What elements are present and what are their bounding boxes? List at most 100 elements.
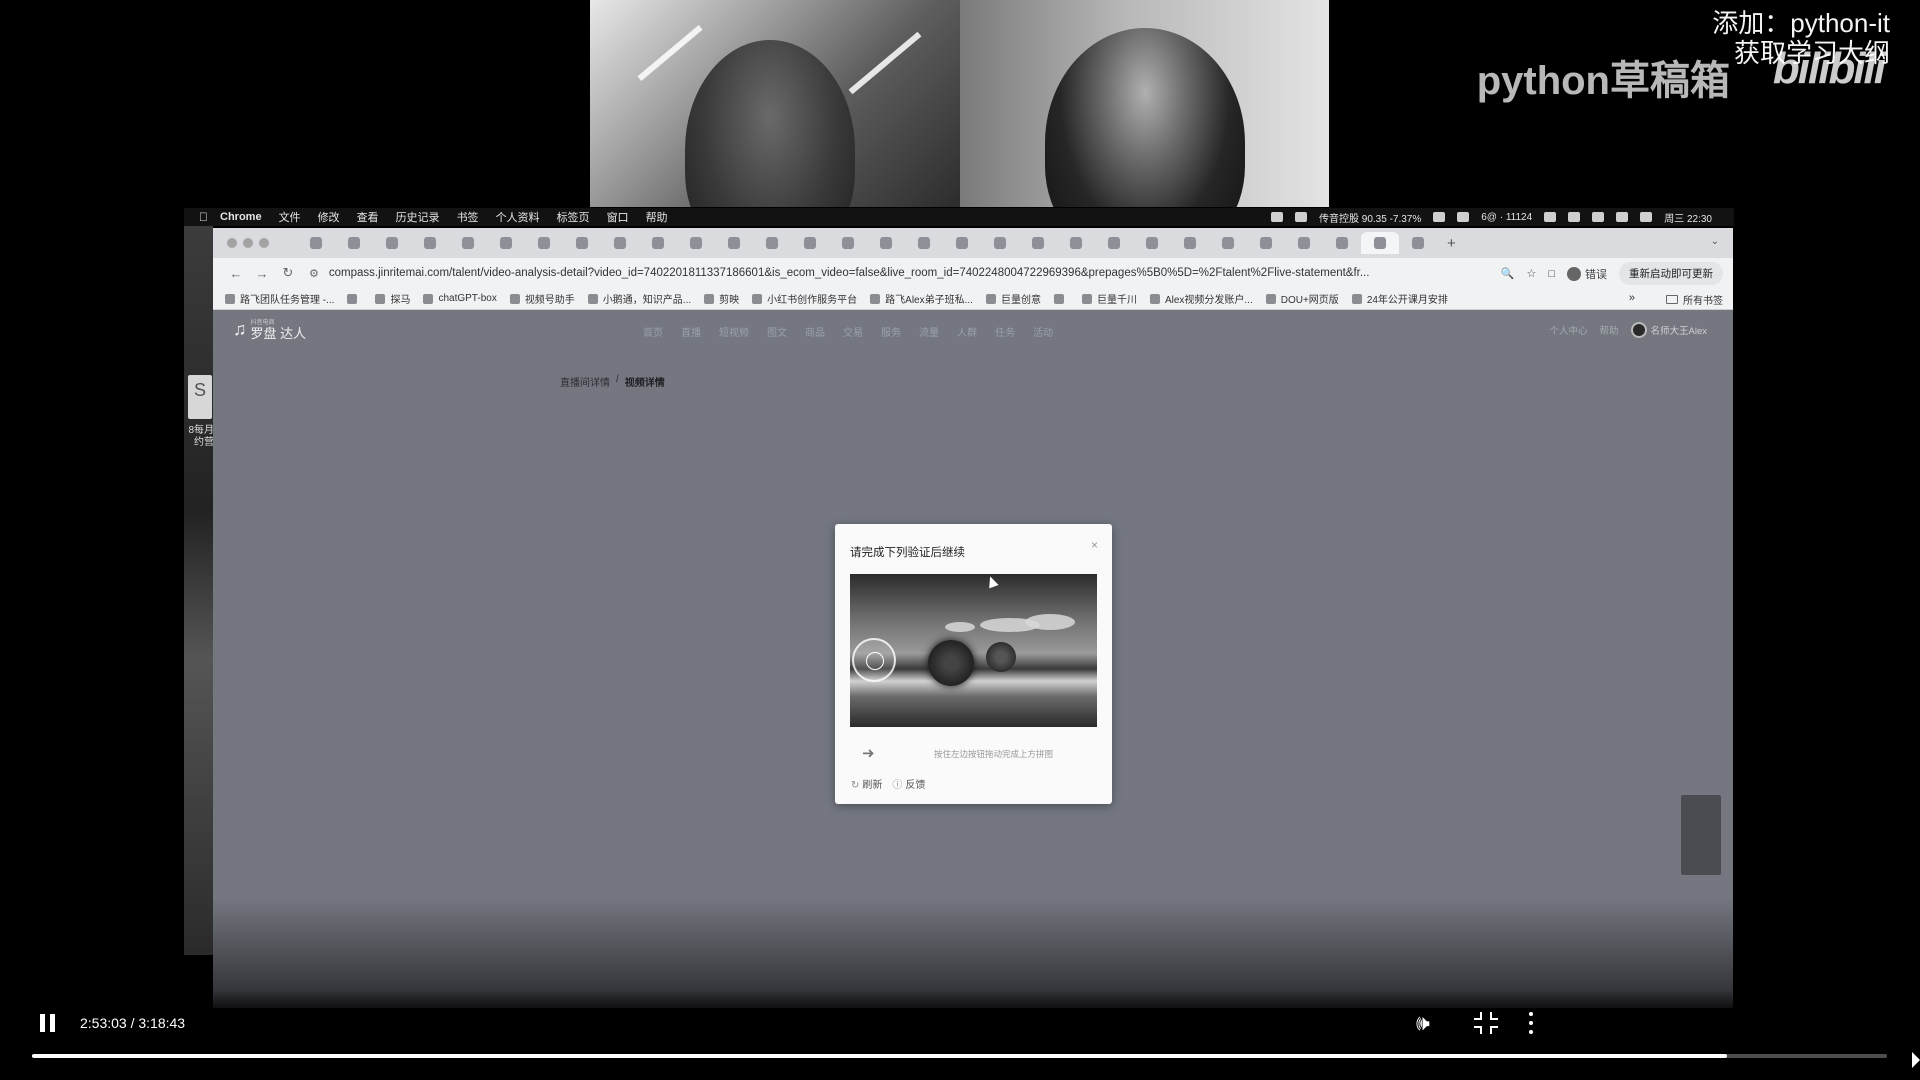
browser-tab[interactable] <box>791 232 829 254</box>
header-link[interactable]: 个人中心 <box>1549 323 1587 337</box>
wifi-icon[interactable] <box>1592 212 1605 222</box>
nav-item[interactable]: 服务 <box>881 324 901 339</box>
nav-item[interactable]: 短视频 <box>719 324 749 339</box>
progress-bar[interactable] <box>32 1054 1887 1058</box>
wechat-icon[interactable] <box>1433 212 1446 222</box>
browser-tab[interactable] <box>829 232 867 254</box>
extensions-icon[interactable]: □ <box>1548 268 1555 280</box>
browser-tab[interactable] <box>905 232 943 254</box>
status-app-icon[interactable] <box>1270 212 1283 222</box>
menu-item[interactable]: 书签 <box>457 209 479 225</box>
nav-item[interactable]: 人群 <box>957 324 977 339</box>
bookmark-item[interactable]: 小鹅通，知识产品... <box>587 291 691 306</box>
bookmark-item[interactable]: 视频号助手 <box>509 291 575 306</box>
bookmark-item[interactable]: 巨量创意 <box>985 291 1041 306</box>
bookmark-item[interactable] <box>1053 291 1069 306</box>
browser-tab[interactable] <box>563 232 601 254</box>
menu-item[interactable]: 查看 <box>357 209 379 225</box>
apple-icon[interactable]:  <box>199 210 208 224</box>
clock[interactable]: 周三 22:30 <box>1664 210 1712 225</box>
nav-item[interactable]: 首页 <box>643 324 663 339</box>
bookmark-item[interactable]: 探马 <box>375 291 410 306</box>
menu-item[interactable]: 个人资料 <box>496 209 540 225</box>
bookmark-item[interactable]: Alex视频分发账户... <box>1149 291 1253 306</box>
browser-tab[interactable] <box>525 232 563 254</box>
menu-item[interactable]: 标签页 <box>557 209 590 225</box>
browser-tab[interactable] <box>715 232 753 254</box>
control-center-icon[interactable] <box>1640 212 1653 222</box>
browser-tab[interactable] <box>981 232 1019 254</box>
browser-tab[interactable] <box>867 232 905 254</box>
browser-tab[interactable] <box>1323 232 1361 254</box>
more-options-icon[interactable] <box>1528 1012 1534 1034</box>
browser-tab[interactable] <box>1133 232 1171 254</box>
browser-tab[interactable] <box>1247 232 1285 254</box>
menu-item[interactable]: 文件 <box>279 209 301 225</box>
feedback-button[interactable]: ⓘ 反馈 <box>892 776 925 791</box>
volume-icon[interactable]: 🕪 <box>1416 1010 1446 1036</box>
window-minimize-button[interactable] <box>243 238 253 248</box>
header-link[interactable]: 帮助 <box>1600 323 1619 337</box>
status-app-icon[interactable] <box>1457 212 1470 222</box>
bookmark-item[interactable]: 巨量千川 <box>1081 291 1137 306</box>
bluetooth-icon[interactable] <box>1544 212 1557 222</box>
nav-item[interactable]: 任务 <box>995 324 1015 339</box>
all-bookmarks-folder[interactable]: 所有书签 <box>1666 292 1723 307</box>
menu-item[interactable]: 窗口 <box>607 209 629 225</box>
tab-active[interactable] <box>1361 232 1399 254</box>
browser-tab[interactable] <box>373 232 411 254</box>
browser-tab[interactable] <box>1095 232 1133 254</box>
browser-tab[interactable] <box>943 232 981 254</box>
relaunch-update-button[interactable]: 重新启动即可更新 <box>1619 262 1723 285</box>
bookmark-item[interactable]: chatGPT-box <box>423 291 497 306</box>
site-info-icon[interactable]: ⚙ <box>309 267 319 280</box>
bookmark-item[interactable]: 路飞团队任务管理 -... <box>225 291 334 306</box>
browser-tab[interactable] <box>677 232 715 254</box>
search-icon[interactable] <box>1616 212 1629 222</box>
slider-handle-arrow-icon[interactable]: ➜ <box>862 744 875 762</box>
browser-tab[interactable] <box>1019 232 1057 254</box>
breadcrumb-parent[interactable]: 直播间详情 <box>560 374 610 389</box>
desktop-file-icon[interactable]: S <box>188 375 212 419</box>
browser-tab[interactable] <box>411 232 449 254</box>
browser-tab[interactable] <box>449 232 487 254</box>
browser-tab[interactable] <box>487 232 525 254</box>
browser-tab[interactable] <box>753 232 791 254</box>
nav-item[interactable]: 流量 <box>919 324 939 339</box>
site-logo[interactable]: ♫ 抖音电商 罗盘 达人 <box>233 319 306 340</box>
close-icon[interactable]: × <box>1091 538 1098 552</box>
nav-item[interactable]: 图文 <box>767 324 787 339</box>
nav-item[interactable]: 活动 <box>1033 324 1053 339</box>
battery-icon[interactable] <box>1568 212 1581 222</box>
nav-item[interactable]: 直播 <box>681 324 701 339</box>
bookmark-item[interactable] <box>347 291 362 306</box>
stock-ticker[interactable]: 传音控股 90.35 -7.37% <box>1319 210 1421 225</box>
nav-item[interactable]: 商品 <box>805 324 825 339</box>
reload-icon[interactable]: ↻ <box>275 265 301 281</box>
browser-tab[interactable] <box>1057 232 1095 254</box>
back-arrow-icon[interactable]: ← <box>223 266 249 281</box>
user-menu[interactable]: 名师大王Alex <box>1630 322 1707 338</box>
browser-tab[interactable] <box>601 232 639 254</box>
bookmarks-overflow-icon[interactable]: » <box>1629 292 1635 304</box>
profile-button[interactable]: 错误 <box>1567 266 1607 282</box>
forward-arrow-icon[interactable]: → <box>249 266 275 281</box>
new-tab-button[interactable]: + <box>1447 235 1456 252</box>
exit-fullscreen-icon[interactable] <box>1474 1012 1498 1034</box>
menu-item[interactable]: 历史记录 <box>396 209 440 225</box>
browser-tab[interactable] <box>335 232 373 254</box>
browser-tab[interactable] <box>1285 232 1323 254</box>
bookmark-item[interactable]: 小红书创作服务平台 <box>752 291 857 306</box>
menu-item[interactable]: 帮助 <box>646 209 668 225</box>
address-bar[interactable]: ⚙ compass.jinritemai.com/talent/video-an… <box>309 262 1459 284</box>
menu-item[interactable]: 修改 <box>318 209 340 225</box>
bookmark-item[interactable]: 路飞Alex弟子班私... <box>870 291 973 306</box>
floating-help-widget[interactable] <box>1681 795 1721 875</box>
bookmark-item[interactable]: 24年公开课月安排 <box>1351 291 1448 306</box>
browser-tab[interactable] <box>1171 232 1209 254</box>
window-zoom-button[interactable] <box>259 238 269 248</box>
puzzle-piece[interactable] <box>852 638 896 682</box>
browser-tab[interactable] <box>639 232 677 254</box>
bookmark-item[interactable]: DOU+网页版 <box>1265 291 1339 306</box>
refresh-button[interactable]: ↻ 刷新 <box>851 776 882 791</box>
